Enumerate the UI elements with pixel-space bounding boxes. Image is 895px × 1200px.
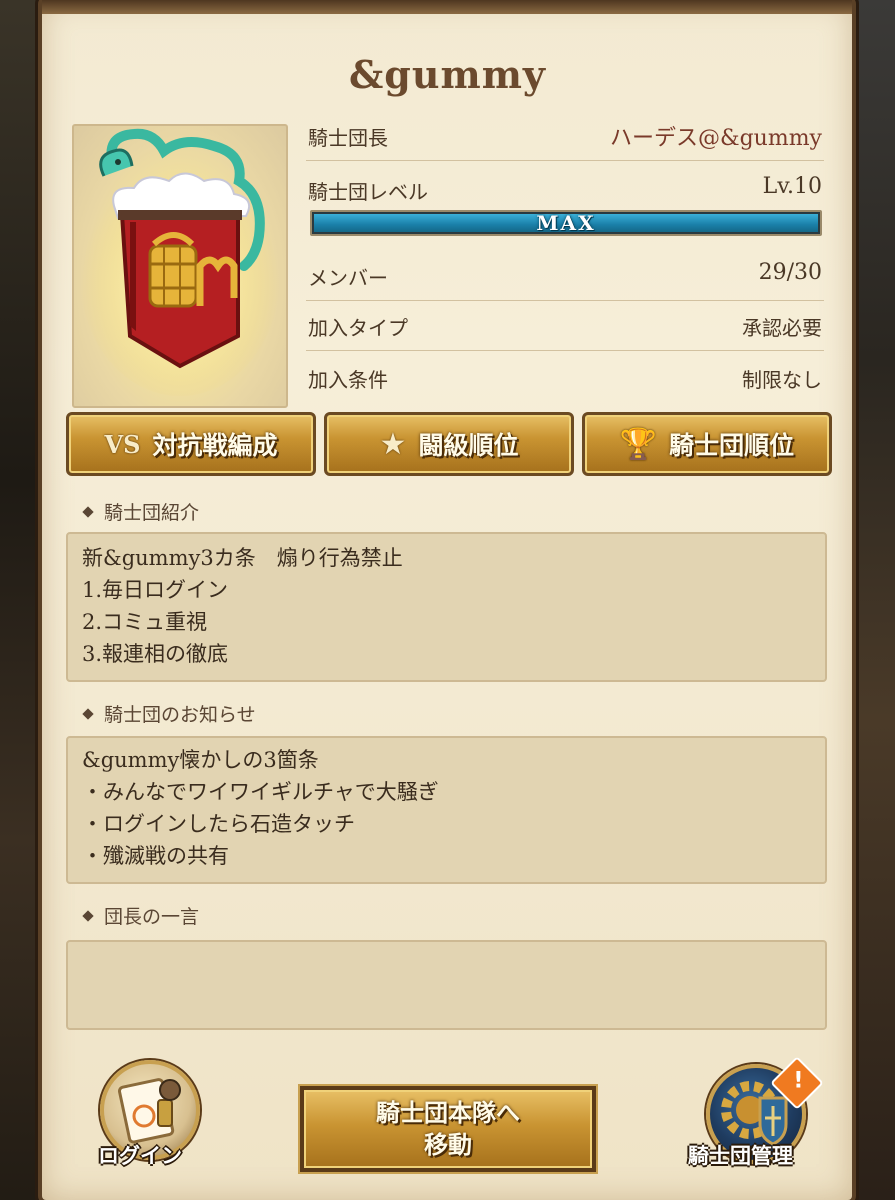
tab-versus-formation-label: 対抗戦編成 xyxy=(152,431,278,460)
join-condition-value: 制限なし xyxy=(742,368,822,392)
notice-line: &gummy懐かしの3箇条 xyxy=(82,748,319,772)
join-type-value: 承認必要 xyxy=(742,316,822,340)
main-button-line1: 騎士団本隊へ xyxy=(376,1099,520,1127)
members-label: メンバー xyxy=(308,266,388,290)
info-row-join-condition: 加入条件 制限なし xyxy=(306,352,824,402)
guild-manage-label: 騎士団管理 xyxy=(688,1144,793,1168)
section-heading-intro-text: 騎士団紹介 xyxy=(104,502,200,524)
guild-emblem xyxy=(72,124,288,408)
trophy-icon: 🏆 xyxy=(619,426,658,462)
leader-comment-box xyxy=(66,940,827,1030)
tab-guild-rank[interactable]: 🏆 騎士団順位 xyxy=(582,412,832,476)
level-value: Lv.10 xyxy=(762,174,822,199)
leader-label: 騎士団長 xyxy=(308,126,388,150)
leader-value[interactable]: ハーデス@&gummy xyxy=(610,120,822,152)
banner-icon xyxy=(80,128,280,396)
notice-line: ・殲滅戦の共有 xyxy=(82,844,229,868)
background-left xyxy=(0,0,48,1200)
notice-line: ・みんなでワイワイギルチャで大騒ぎ xyxy=(82,780,439,804)
notice-line: ・ログインしたら石造タッチ xyxy=(82,812,355,836)
info-row-level: 騎士団レベル Lv.10 xyxy=(306,164,824,214)
level-label: 騎士団レベル xyxy=(308,180,428,204)
guild-name: &gummy xyxy=(348,52,546,97)
info-row-join-type: 加入タイプ 承認必要 xyxy=(306,300,824,351)
notice-text-box: &gummy懐かしの3箇条 ・みんなでワイワイギルチャで大騒ぎ ・ログインしたら… xyxy=(66,736,827,884)
intro-line: 新&gummy3カ条 煽り行為禁止 xyxy=(82,546,403,570)
alert-icon: ! xyxy=(793,1068,804,1094)
info-row-leader: 騎士団長 ハーデス@&gummy xyxy=(306,110,824,161)
tab-guild-rank-label: 騎士団順位 xyxy=(669,431,795,460)
level-progress-bar: MAX xyxy=(310,210,822,236)
intro-text-box: 新&gummy3カ条 煽り行為禁止 1.毎日ログイン 2.コミュ重視 3.報連相… xyxy=(66,532,827,682)
medal-icon: ★ xyxy=(379,426,407,462)
login-label: ログイン xyxy=(98,1144,182,1168)
vs-icon: VS xyxy=(104,429,141,459)
tab-versus-formation[interactable]: VS 対抗戦編成 xyxy=(66,412,316,476)
tab-battle-rank-label: 闘級順位 xyxy=(418,431,519,460)
diamond-icon xyxy=(82,505,94,518)
intro-line: 3.報連相の徹底 xyxy=(82,642,229,666)
join-type-label: 加入タイプ xyxy=(308,316,408,340)
diamond-icon xyxy=(82,707,94,720)
info-row-members: メンバー 29/30 xyxy=(306,250,824,301)
section-heading-leader-comment-text: 団長の一言 xyxy=(104,906,200,928)
section-heading-notice-text: 騎士団のお知らせ xyxy=(104,704,256,726)
level-progress-text: MAX xyxy=(536,211,596,235)
main-button-line2: 移動 xyxy=(424,1131,472,1159)
join-condition-label: 加入条件 xyxy=(308,368,388,392)
members-value: 29/30 xyxy=(758,260,822,285)
move-to-main-guild-button[interactable]: 騎士団本隊へ 移動 xyxy=(300,1086,596,1172)
intro-line: 2.コミュ重視 xyxy=(82,610,208,634)
section-heading-leader-comment: 団長の一言 xyxy=(82,902,200,929)
tab-battle-rank[interactable]: ★ 闘級順位 xyxy=(324,412,574,476)
section-heading-notice: 騎士団のお知らせ xyxy=(82,700,256,727)
section-heading-intro: 騎士団紹介 xyxy=(82,498,200,525)
diamond-icon xyxy=(82,909,94,922)
intro-line: 1.毎日ログイン xyxy=(82,578,229,602)
